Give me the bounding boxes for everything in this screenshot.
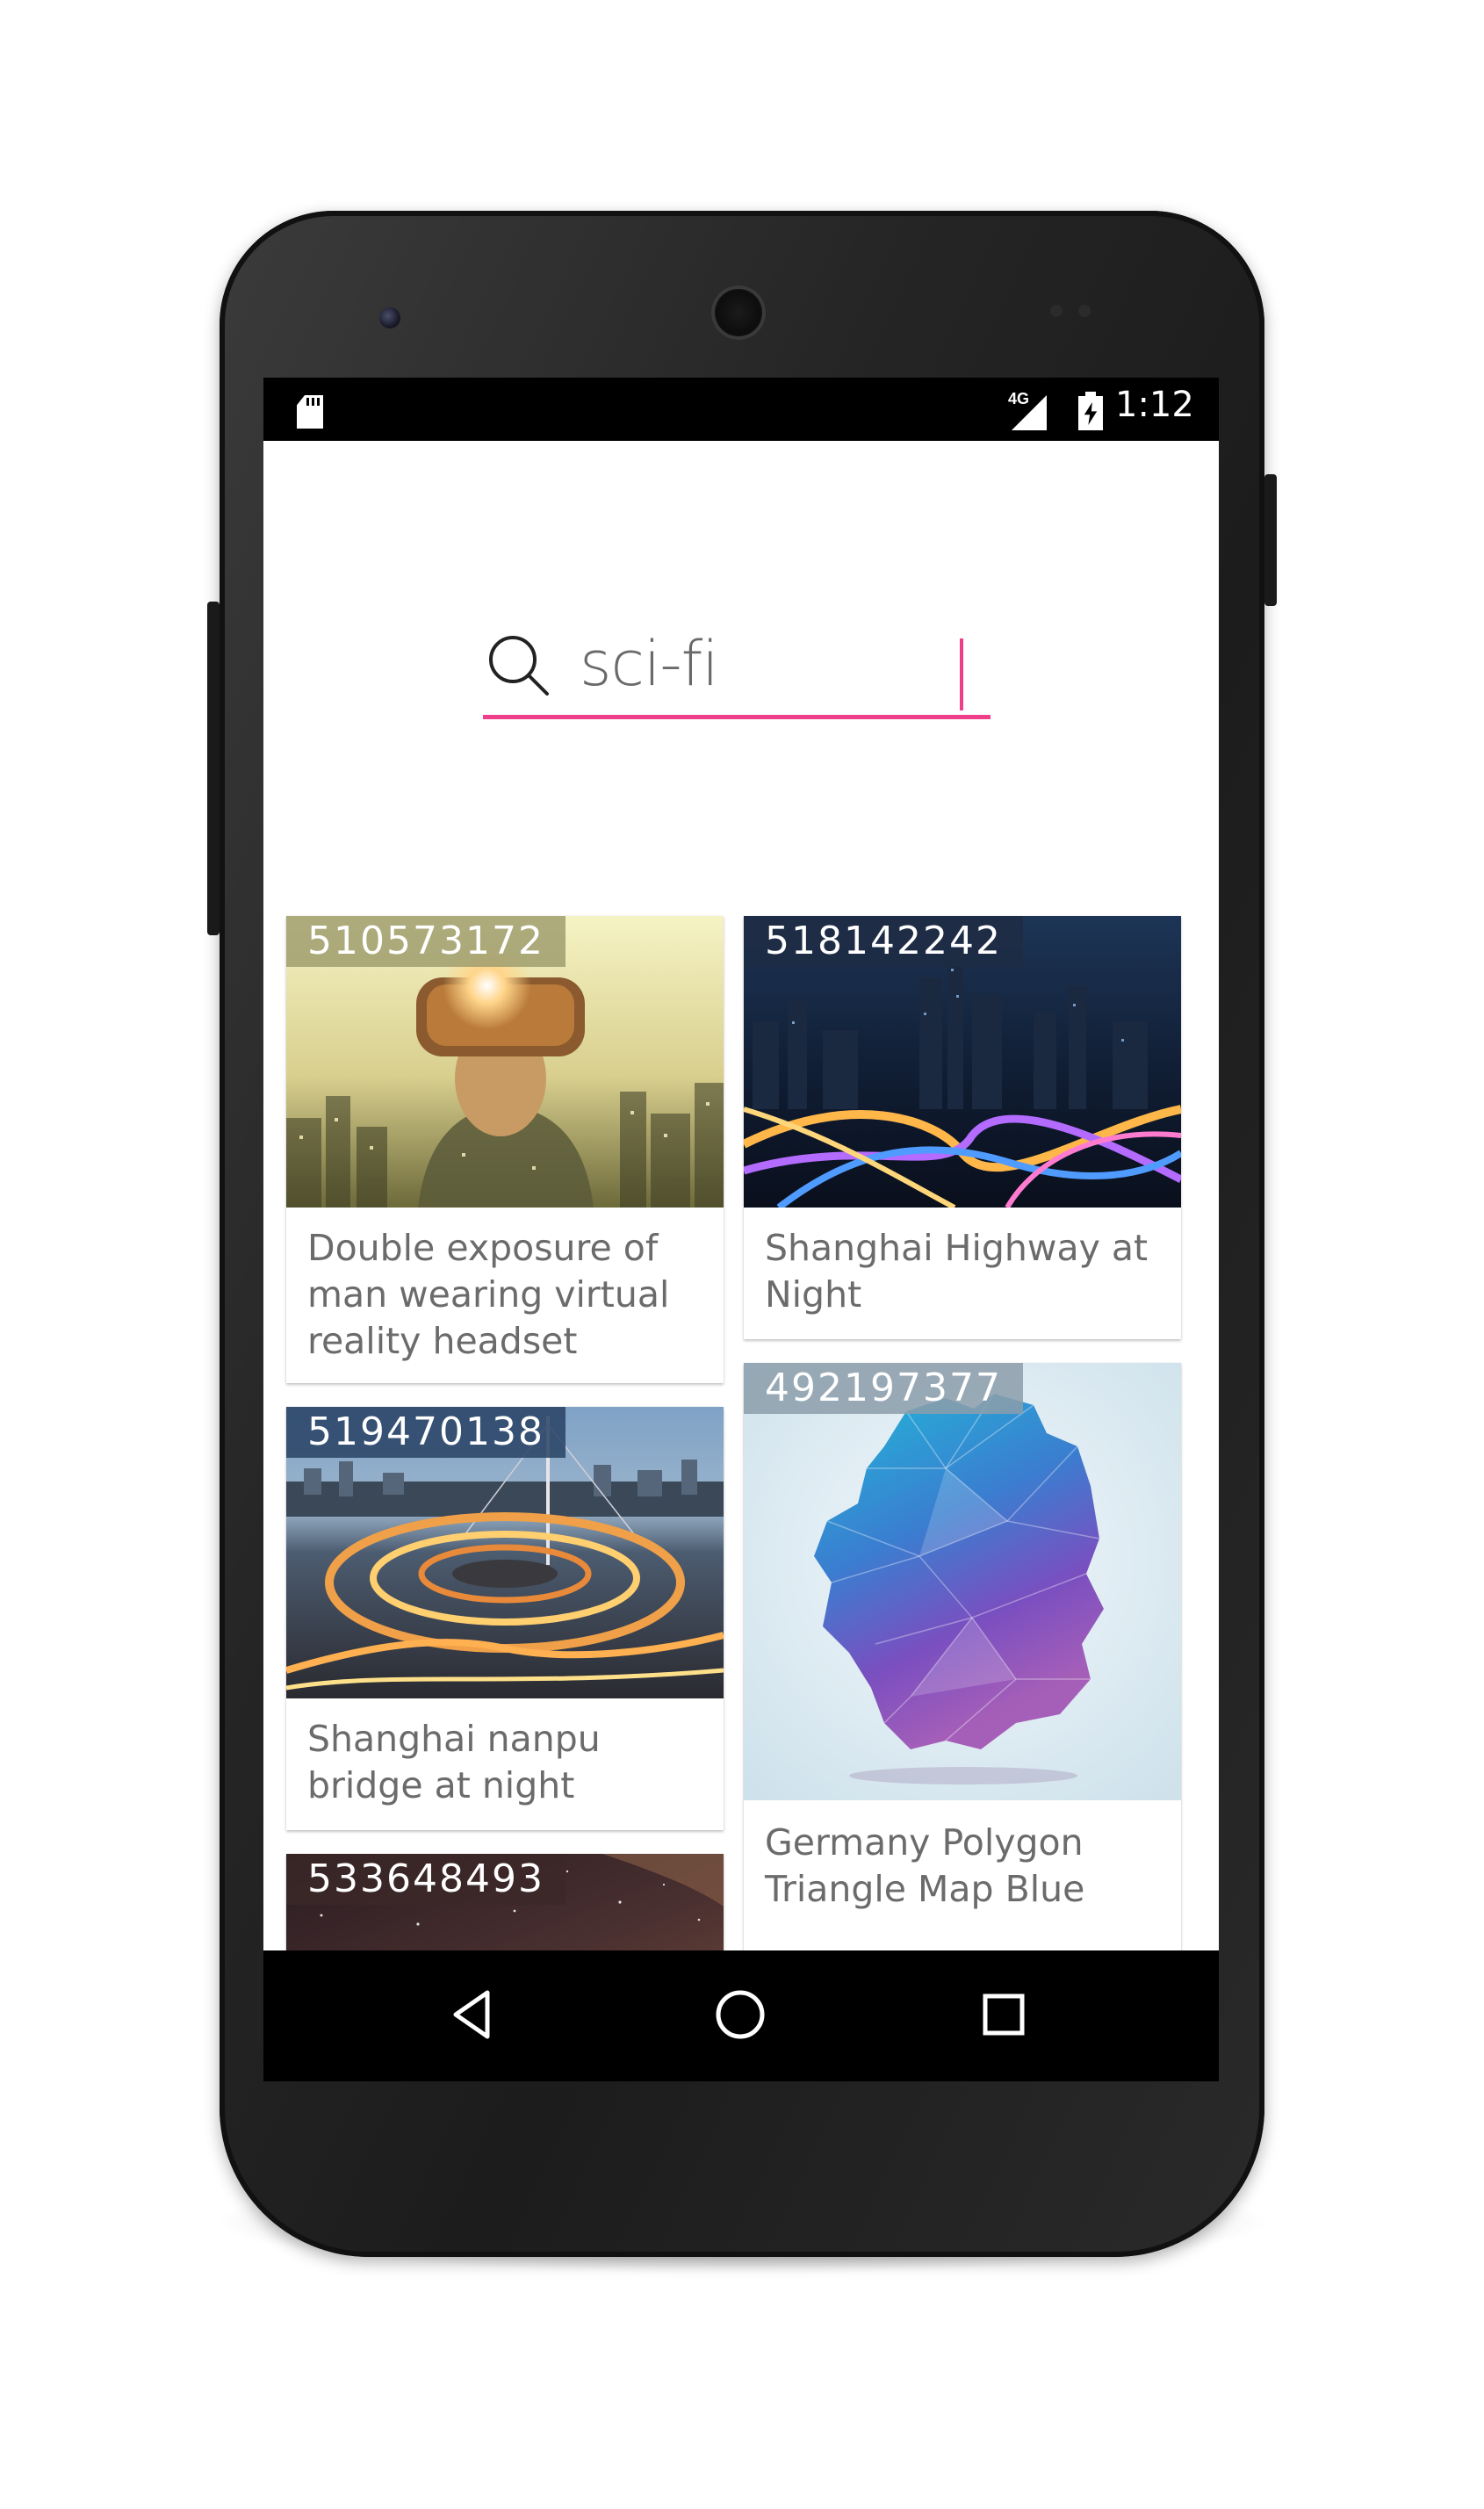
search-icon[interactable] (483, 630, 553, 700)
back-triangle-icon[interactable] (443, 1984, 505, 2045)
home-circle-icon[interactable] (710, 1984, 771, 2045)
search-bar (483, 619, 992, 725)
result-id: 533648493 (286, 1854, 566, 1905)
proximity-sensor (1050, 305, 1063, 317)
result-title: Germany Polygon Triangle Map Blue (765, 1821, 1085, 1910)
navigation-bar (263, 1950, 1219, 2081)
result-id: 510573172 (286, 916, 566, 967)
volume-button (207, 602, 220, 935)
recents-square-icon[interactable] (973, 1984, 1034, 2045)
result-image-germany-map (744, 1363, 1181, 1800)
result-card[interactable]: 519470138 Shanghai nanpu bridge at night (286, 1407, 724, 1830)
result-id: 492197377 (744, 1363, 1023, 1414)
status-bar: 4G 1:12 (263, 378, 1219, 441)
result-card[interactable]: 492197377 Germany Polygon Triangle Map B… (744, 1363, 1181, 1951)
power-button (1264, 474, 1277, 606)
result-id: 519470138 (286, 1407, 566, 1458)
light-sensor (1078, 305, 1091, 317)
result-card[interactable]: 510573172 Double exposure of man wearing… (286, 916, 724, 1383)
result-card[interactable]: 518142242 Shanghai Highway at Night (744, 916, 1181, 1339)
sd-card-icon (297, 395, 323, 429)
text-cursor (960, 638, 963, 710)
search-input[interactable] (580, 624, 983, 703)
result-title: Shanghai Highway at Night (765, 1227, 1149, 1316)
status-time: 1:12 (1115, 385, 1194, 425)
battery-charging-icon (1078, 392, 1103, 430)
search-underline (483, 715, 991, 719)
network-type: 4G (1008, 390, 1030, 407)
speaker-grille (711, 285, 766, 340)
front-camera (379, 307, 400, 328)
result-id: 518142242 (744, 916, 1023, 967)
result-title: Shanghai nanpu bridge at night (307, 1718, 601, 1806)
app-screen: 4G 1:12 sci-fi 510573172 Double exposure… (263, 378, 1219, 2081)
result-title: Double exposure of man wearing virtual r… (307, 1227, 670, 1362)
